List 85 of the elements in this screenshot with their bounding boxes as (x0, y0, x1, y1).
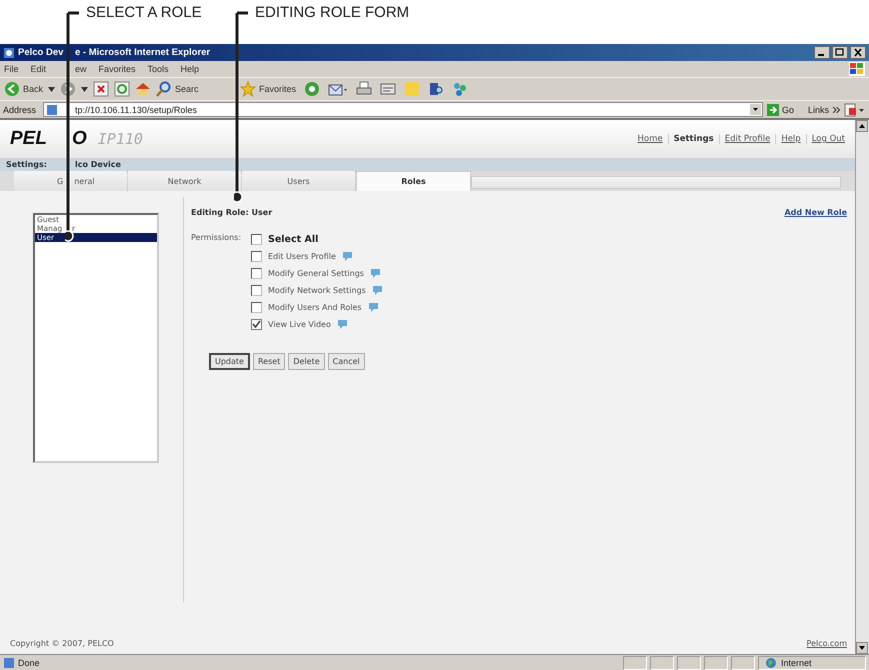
star-icon (240, 81, 256, 97)
status-pane (623, 656, 647, 670)
nav-link[interactable]: Edit Profile (718, 134, 770, 144)
browser-icon (3, 46, 15, 58)
menu-item[interactable]: Tools (148, 64, 169, 74)
form-heading: Editing Role: User (191, 208, 272, 217)
permission-label: Modify Users And Roles (268, 303, 362, 312)
permission-label: Edit Users Profile (268, 252, 336, 261)
media-icon[interactable] (304, 81, 320, 97)
logo: O (72, 128, 87, 150)
tab[interactable]: Users (242, 171, 356, 191)
globe-icon (765, 656, 777, 668)
menu-item[interactable]: Help (180, 64, 200, 74)
add-new-role-link[interactable]: Add New Role (784, 208, 847, 217)
maximize-button[interactable] (832, 46, 848, 59)
arrow-icon (766, 104, 779, 116)
back-button[interactable]: Back (4, 81, 44, 97)
caret-icon[interactable] (81, 86, 88, 92)
checkbox[interactable] (251, 319, 262, 330)
zone-text: Internet (781, 658, 812, 668)
form-button[interactable]: Delete (288, 353, 325, 370)
menu-item[interactable]: File (4, 64, 19, 74)
copyright-text: Copyright © 2007, PELCO (10, 638, 114, 648)
permissions-label: Permissions: (191, 233, 242, 244)
callout-label: EDITING ROLE FORM (255, 5, 410, 20)
stop-icon[interactable] (93, 81, 110, 97)
links-button[interactable]: Links (804, 104, 829, 114)
page-icon (46, 104, 58, 116)
menu-item[interactable]: ew (75, 64, 87, 74)
search-button[interactable]: Searc (156, 81, 199, 97)
form-button[interactable]: Reset (252, 353, 286, 370)
tab[interactable]: Roles (356, 171, 471, 191)
status-pane (677, 656, 701, 670)
permission-label: Modify Network Settings (268, 286, 366, 295)
checkbox[interactable] (251, 234, 262, 245)
permission-label: Modify General Settings (268, 269, 364, 278)
permission-label: View Live Video (268, 320, 331, 329)
caret-icon[interactable] (48, 86, 56, 92)
nav-link[interactable]: Log Out (806, 134, 845, 144)
scroll-down-icon[interactable] (856, 642, 868, 654)
status-pane (650, 656, 674, 670)
checkbox[interactable] (251, 251, 262, 262)
callout-label: SELECT A ROLE (86, 5, 202, 20)
model-name: IP110 (98, 130, 143, 148)
refresh-icon[interactable] (114, 81, 130, 97)
logo: PEL (10, 128, 48, 150)
status-text: Done (18, 658, 40, 668)
status-pane (731, 656, 755, 670)
printer-icon[interactable] (356, 81, 372, 97)
tab[interactable]: Network (128, 171, 242, 191)
nav-link[interactable]: Help (775, 134, 801, 144)
window-title: e - Microsoft Internet Explorer (75, 47, 210, 58)
nav-link[interactable]: Home (637, 134, 663, 144)
breadcrumb: Settings: (6, 160, 48, 169)
messenger-icon[interactable] (452, 81, 468, 97)
research-icon[interactable] (428, 81, 444, 97)
pelco-link[interactable]: Pelco.com (806, 638, 847, 648)
checkbox[interactable] (251, 285, 262, 296)
nav-link[interactable]: Settings (668, 134, 714, 144)
search-icon (156, 81, 172, 97)
windows-flag-icon (849, 62, 865, 76)
favorites-button[interactable]: Favorites (240, 81, 296, 97)
menu-item[interactable]: Edit (30, 64, 46, 74)
tab[interactable]: G neral (14, 171, 128, 191)
minimize-button[interactable] (814, 46, 830, 59)
form-button[interactable]: Cancel (328, 353, 365, 370)
document-icon[interactable] (380, 81, 396, 97)
address-label: Address (3, 104, 38, 114)
checkbox[interactable] (251, 268, 262, 279)
scroll-up-icon[interactable] (856, 120, 868, 132)
page-icon (3, 656, 15, 668)
home-icon[interactable] (135, 81, 152, 97)
close-button[interactable] (850, 46, 866, 59)
window-title: Pelco Dev (18, 47, 64, 58)
chevron-icon[interactable] (833, 106, 840, 112)
address-field[interactable]: tp://10.106.11.130/setup/Roles (43, 102, 763, 117)
menu-item[interactable]: Favorites (98, 64, 136, 74)
vertical-scrollbar[interactable] (855, 120, 869, 654)
go-button[interactable]: Go (766, 104, 800, 116)
form-button[interactable]: Update (209, 353, 250, 370)
permission-label: Select All (268, 234, 318, 245)
breadcrumb: lco Device (75, 160, 121, 169)
status-pane (704, 656, 728, 670)
checkbox[interactable] (251, 302, 262, 313)
toolbar-extension-icon[interactable] (844, 102, 866, 116)
